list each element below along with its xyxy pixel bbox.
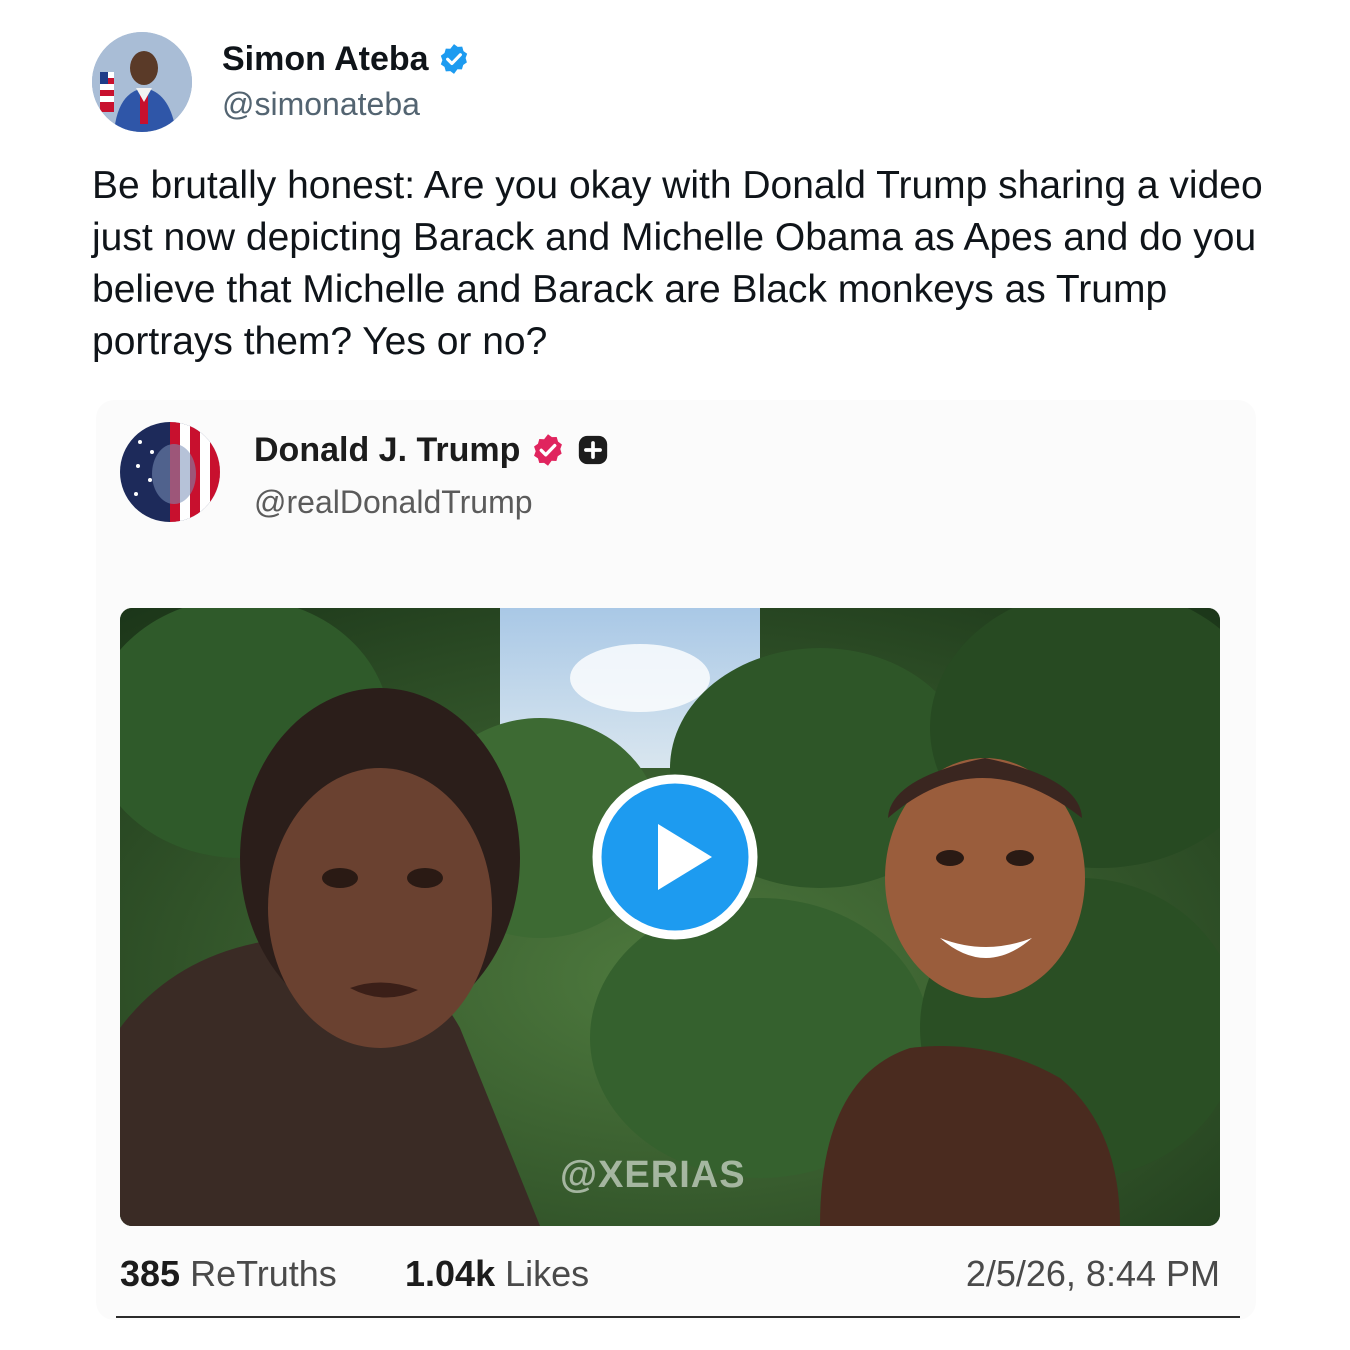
embed-author-handle[interactable]: @realDonaldTrump — [254, 482, 533, 522]
embed-avatar-image — [120, 422, 220, 522]
verified-badge-icon — [534, 434, 563, 466]
play-button[interactable] — [592, 774, 758, 940]
play-icon — [592, 774, 758, 940]
verified-badge-icon — [440, 44, 467, 74]
video-watermark: @XERIAS — [560, 1154, 746, 1196]
likes-label: Likes — [505, 1253, 590, 1294]
embed-author-name-text[interactable]: Donald J. Trump — [254, 428, 520, 472]
likes-count: 1.04k — [405, 1253, 496, 1294]
author-name[interactable]: Simon Ateba — [222, 38, 471, 80]
embedded-post-card[interactable]: Donald J. Trump @realDonaldTrump @XERIAS… — [96, 400, 1256, 1320]
post-timestamp[interactable]: 2/5/26, 8:44 PM — [966, 1252, 1220, 1296]
likes-stat[interactable]: 1.04k Likes — [405, 1252, 589, 1296]
video-thumbnail[interactable]: @XERIAS — [120, 608, 1220, 1226]
retruths-label: ReTruths — [190, 1253, 337, 1294]
author-name-text[interactable]: Simon Ateba — [222, 38, 429, 80]
author-avatar[interactable] — [92, 32, 192, 132]
embed-author-avatar[interactable] — [120, 422, 220, 522]
retruths-count: 385 — [120, 1253, 181, 1294]
author-handle[interactable]: @simonateba — [222, 84, 420, 124]
tweet-text: Be brutally honest: Are you okay with Do… — [92, 164, 1263, 363]
author-avatar-image — [92, 32, 192, 132]
divider — [116, 1316, 1240, 1318]
retruths-stat[interactable]: 385 ReTruths — [120, 1252, 337, 1296]
embed-author-name[interactable]: Donald J. Trump — [254, 428, 610, 472]
plus-badge-icon — [579, 435, 608, 465]
